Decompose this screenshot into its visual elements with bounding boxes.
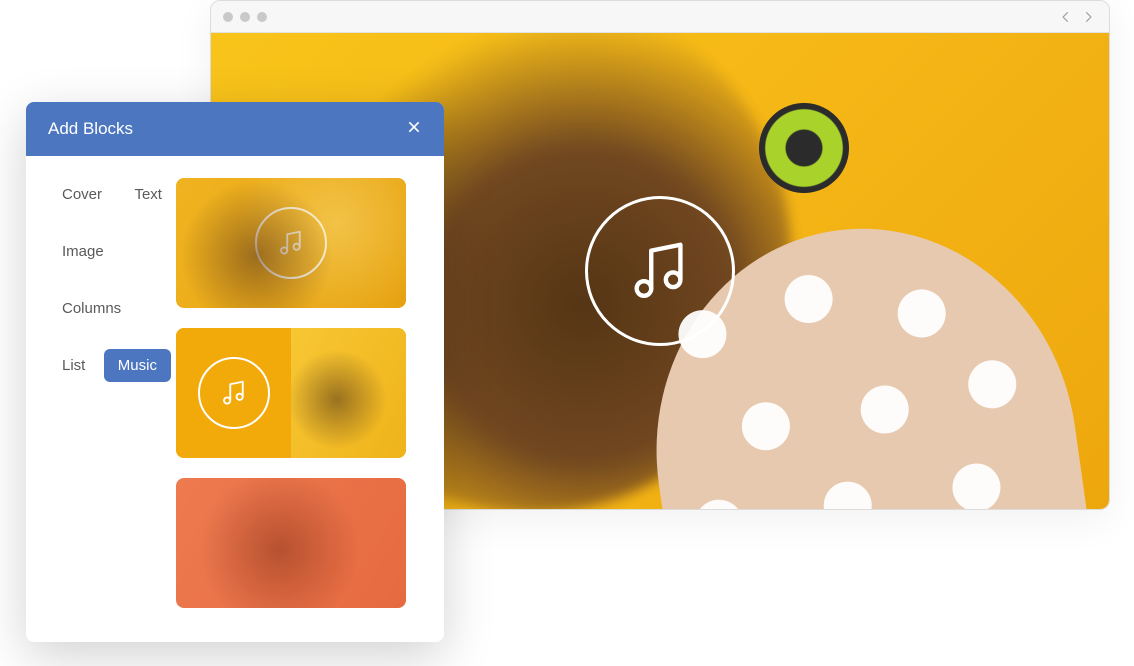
traffic-lights bbox=[223, 12, 267, 22]
close-icon bbox=[406, 119, 422, 135]
chevron-right-icon bbox=[1081, 10, 1095, 24]
panel-title: Add Blocks bbox=[48, 119, 133, 139]
add-blocks-panel: Add Blocks Cover Text Image Columns List… bbox=[26, 102, 444, 642]
block-preview[interactable] bbox=[176, 478, 406, 608]
block-preview-list bbox=[176, 156, 444, 642]
preview-play bbox=[198, 357, 270, 429]
music-note-icon bbox=[219, 378, 249, 408]
forward-button[interactable] bbox=[1079, 8, 1097, 26]
category-image[interactable]: Image bbox=[48, 235, 118, 268]
window-dot bbox=[240, 12, 250, 22]
preview-image-thumb bbox=[291, 328, 406, 458]
window-dot bbox=[223, 12, 233, 22]
chevron-left-icon bbox=[1059, 10, 1073, 24]
category-cover[interactable]: Cover bbox=[48, 178, 116, 211]
close-button[interactable] bbox=[406, 119, 422, 140]
music-note-icon bbox=[625, 236, 695, 306]
category-text[interactable]: Text bbox=[120, 178, 176, 211]
panel-header: Add Blocks bbox=[26, 102, 444, 156]
block-preview[interactable] bbox=[176, 178, 406, 308]
block-preview[interactable] bbox=[176, 328, 406, 458]
back-button[interactable] bbox=[1057, 8, 1075, 26]
preview-play bbox=[255, 207, 327, 279]
music-play-button[interactable] bbox=[585, 196, 735, 346]
category-list[interactable]: List bbox=[48, 349, 99, 382]
category-columns[interactable]: Columns bbox=[48, 292, 135, 325]
window-dot bbox=[257, 12, 267, 22]
music-note-icon bbox=[276, 228, 306, 258]
window-titlebar bbox=[211, 1, 1109, 33]
category-music[interactable]: Music bbox=[104, 349, 171, 382]
category-list: Cover Text Image Columns List Music bbox=[26, 156, 176, 642]
